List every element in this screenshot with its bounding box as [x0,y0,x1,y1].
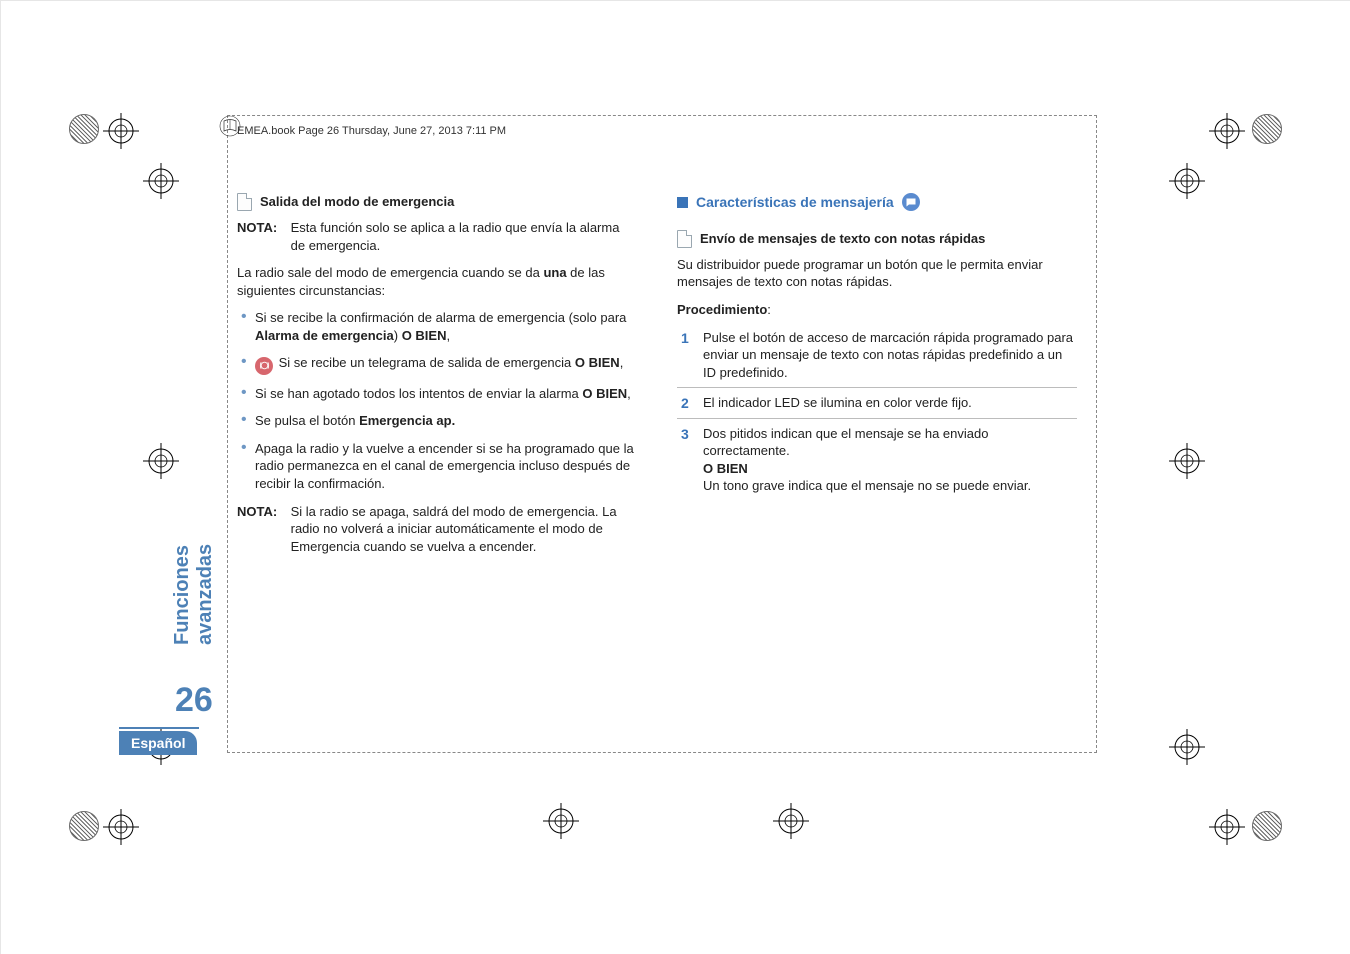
text: : [767,302,771,317]
text: El indicador LED se ilumina en color ver… [703,395,972,410]
bold-text: O BIEN [582,386,627,401]
list-item: Si se recibe un telegrama de salida de e… [237,354,637,375]
intro-paragraph: La radio sale del modo de emergencia cua… [237,264,637,299]
list-item: Si se han agotado todos los intentos de … [237,385,637,403]
note-block: NOTA: Esta función solo se aplica a la r… [237,219,637,254]
left-column: Salida del modo de emergencia NOTA: Esta… [237,193,637,565]
text: , [446,328,450,343]
procedure-label: Procedimiento: [677,301,1077,319]
note-text: Esta función solo se aplica a la radio q… [291,219,621,254]
right-column: Características de mensajería Envío de m… [677,193,1077,501]
sidebar-section-text: Funciones avanzadas [171,441,217,645]
page-container: EMEA.book Page 26 Thursday, June 27, 201… [0,0,1350,954]
language-tab-rule [119,727,199,729]
note-label: NOTA: [237,503,287,521]
text: Pulse el botón de acceso de marcación rá… [703,330,1073,380]
right-subsection-title: Envío de mensajes de texto con notas ráp… [700,230,985,248]
section-bullet-icon [677,197,688,208]
text: Se pulsa el botón [255,413,359,428]
right-section-title: Características de mensajería [696,193,894,212]
text: Apaga la radio y la vuelve a encender si… [255,441,634,491]
note-label: NOTA: [237,219,287,237]
list-item: Apaga la radio y la vuelve a encender si… [237,440,637,493]
language-tab: Español [119,731,197,755]
right-subsection-head: Envío de mensajes de texto con notas ráp… [677,230,1077,248]
bold-text: O BIEN [575,355,620,370]
language-tab-text: Español [131,735,185,751]
registration-mark-icon [1167,441,1207,481]
bold-text: O BIEN [402,328,447,343]
registration-mark-icon [1167,727,1207,767]
registration-mark-icon [101,807,141,847]
step-item: El indicador LED se ilumina en color ver… [677,388,1077,419]
list-item: Se pulsa el botón Emergencia ap. [237,412,637,430]
note-block: NOTA: Si la radio se apaga, saldrá del m… [237,503,637,556]
right-section-head: Características de mensajería [677,193,1077,212]
page-number: 26 [175,681,213,720]
bold-text: O BIEN [703,461,748,476]
bold-text: Procedimiento [677,302,767,317]
text: La radio sale del modo de emergencia cua… [237,265,543,280]
registration-mark-icon [541,801,581,841]
list-item: Si se recibe la confirmación de alarma d… [237,309,637,344]
left-subsection-head: Salida del modo de emergencia [237,193,637,211]
registration-mark-icon [1167,161,1207,201]
note-text: Si la radio se apaga, saldrá del modo de… [291,503,621,556]
emergency-exit-icon [255,357,273,375]
text: Su distribuidor puede programar un botón… [677,257,1043,290]
registration-mark-icon [1207,111,1247,151]
text: Si se recibe la confirmación de alarma d… [255,310,626,325]
intro-paragraph: Su distribuidor puede programar un botón… [677,256,1077,291]
text: Si se recibe un telegrama de salida de e… [275,355,575,370]
bold-text: Alarma de emergencia [255,328,394,343]
crop-hatch-circle [69,811,99,841]
messaging-icon [902,193,920,211]
text: , [627,386,631,401]
registration-mark-icon [141,161,181,201]
document-icon [677,230,692,248]
sidebar-section-label: Funciones avanzadas [179,441,209,645]
document-icon [237,193,252,211]
registration-mark-icon [101,111,141,151]
crop-hatch-circle [1252,811,1282,841]
bold-text: una [543,265,566,280]
bold-text: Emergencia ap. [359,413,455,428]
registration-mark-icon [771,801,811,841]
procedure-steps: Pulse el botón de acceso de marcación rá… [677,323,1077,501]
crop-hatch-circle [69,114,99,144]
left-subsection-title: Salida del modo de emergencia [260,193,454,211]
text: ) [394,328,402,343]
crop-hatch-circle [1252,114,1282,144]
text: Un tono grave indica que el mensaje no s… [703,478,1031,493]
text: Dos pitidos indican que el mensaje se ha… [703,426,988,459]
text: , [620,355,624,370]
exit-conditions-list: Si se recibe la confirmación de alarma d… [237,309,637,492]
header-book-info: EMEA.book Page 26 Thursday, June 27, 201… [237,125,506,137]
step-item: Dos pitidos indican que el mensaje se ha… [677,419,1077,501]
step-item: Pulse el botón de acceso de marcación rá… [677,323,1077,389]
text: Si se han agotado todos los intentos de … [255,386,582,401]
registration-mark-icon [1207,807,1247,847]
